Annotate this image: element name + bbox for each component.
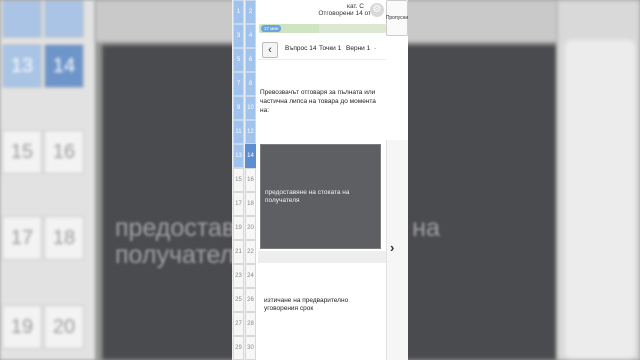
question-number-cell[interactable]: 13 [233, 144, 244, 168]
question-number-cell[interactable]: 26 [245, 288, 256, 312]
question-number-cell[interactable]: 23 [233, 264, 244, 288]
bg-cell: 19 [2, 305, 42, 349]
question-number-cell[interactable]: 21 [233, 240, 244, 264]
question-number-cell[interactable]: 30 [245, 336, 256, 360]
question-number-cell[interactable]: 14 [245, 144, 256, 168]
question-number-cell[interactable]: 25 [233, 288, 244, 312]
phone-screen: 1 2 3 4 5 6 7 8 9 10 11 12 13 14 15 16 17 18 19 20 21 22 23 24 2… [232, 0, 408, 360]
bg-cell: 18 [44, 216, 84, 260]
question-number-cell[interactable]: 5 [233, 48, 244, 72]
bg-right-panel [557, 0, 640, 360]
question-number-cell[interactable]: 2 [245, 0, 256, 24]
gear-icon[interactable]: ⚙ [370, 3, 384, 17]
answer-options: предоставяне на стоката на получателя из… [258, 138, 386, 360]
question-number-cell[interactable]: 18 [245, 192, 256, 216]
question-number-cell[interactable]: 16 [245, 168, 256, 192]
bg-cell: 14 [44, 44, 84, 88]
bg-cell: 15 [2, 130, 42, 174]
question-text: Превозвачът отговаря за пълната или част… [260, 89, 376, 114]
answer-option[interactable]: изтичане на предварително уговорения сро… [260, 263, 381, 358]
question-number-cell[interactable]: 20 [245, 216, 256, 240]
answer-option-text: изтичане на предварително уговорения сро… [264, 297, 349, 312]
question-number-cell[interactable]: 6 [245, 48, 256, 72]
question-nav: ‹ Въпрос 14 Точки 1 Верни 1 · [258, 40, 386, 60]
header: кат. C Отговорени 14 от 30 [258, 0, 386, 24]
chevron-left-icon: ‹ [268, 44, 272, 56]
question-number-cell[interactable]: 4 [245, 24, 256, 48]
bg-cell: 20 [44, 305, 84, 349]
question-number-cell[interactable]: 15 [233, 168, 244, 192]
answer-option[interactable]: предоставяне на стоката на получателя [260, 144, 381, 249]
question-number-cell[interactable]: 24 [245, 264, 256, 288]
progress-bar: 17 мин [259, 24, 386, 33]
question-number-label: Въпрос 14 [285, 45, 317, 52]
bg-question-grid: 13 14 15 16 17 18 19 20 [0, 0, 95, 360]
more-label: · [374, 45, 377, 52]
question-number-cell[interactable]: 12 [245, 120, 256, 144]
bg-cell [2, 0, 42, 38]
question-number-cell[interactable]: 22 [245, 240, 256, 264]
skip-button[interactable]: Пропусни [386, 0, 408, 36]
question-number-cell[interactable]: 8 [245, 72, 256, 96]
question-number-cell[interactable]: 27 [233, 312, 244, 336]
chevron-right-icon[interactable]: › [390, 240, 394, 255]
option-separator [258, 251, 386, 263]
bg-cell: 16 [44, 130, 84, 174]
question-number-cell[interactable]: 10 [245, 96, 256, 120]
question-number-cell[interactable]: 9 [233, 96, 244, 120]
points-label: Точки 1 [319, 45, 342, 52]
answer-option-text: предоставяне на стоката на получателя [265, 189, 350, 204]
correct-label: Верни 1 [346, 45, 371, 52]
question-number-cell[interactable]: 29 [233, 336, 244, 360]
question-number-cell[interactable]: 19 [233, 216, 244, 240]
timer-badge: 17 мин [261, 25, 282, 32]
back-button[interactable]: ‹ [262, 42, 278, 58]
question-number-cell[interactable]: 7 [233, 72, 244, 96]
bg-cell: 13 [2, 44, 42, 88]
category-label: кат. C [346, 3, 364, 10]
question-number-cell[interactable]: 17 [233, 192, 244, 216]
question-number-cell[interactable]: 1 [233, 0, 244, 24]
question-number-cell[interactable]: 28 [245, 312, 256, 336]
bg-cell: 17 [2, 216, 42, 260]
question-number-cell[interactable]: 11 [233, 120, 244, 144]
question-number-column: 1 2 3 4 5 6 7 8 9 10 11 12 13 14 15 16 17 18 19 20 21 22 23 24 2… [232, 0, 256, 360]
question-number-cell[interactable]: 3 [233, 24, 244, 48]
bg-cell [44, 0, 84, 38]
